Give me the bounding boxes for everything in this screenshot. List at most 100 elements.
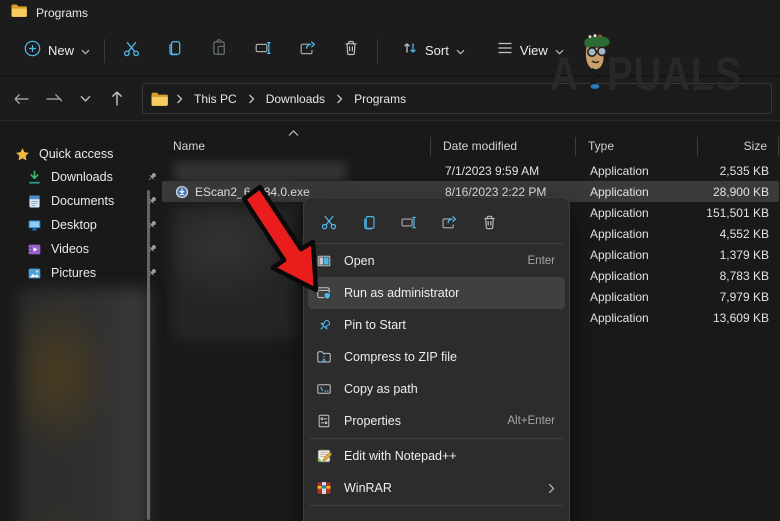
blurred-region	[172, 206, 298, 340]
arrow-up-icon	[110, 90, 124, 107]
paste-button[interactable]	[197, 33, 241, 69]
share-icon	[298, 39, 317, 62]
videos-icon	[26, 242, 42, 257]
forward-button[interactable]	[37, 84, 69, 114]
file-size: 4,552 KB	[699, 223, 779, 244]
share-icon	[440, 214, 458, 231]
column-header-size[interactable]: Size	[697, 139, 779, 153]
column-divider[interactable]	[697, 137, 698, 156]
share-button[interactable]	[432, 206, 466, 238]
sidebar-item-label: Downloads	[51, 170, 146, 184]
copy-button[interactable]	[352, 206, 386, 238]
chevron-down-icon	[555, 42, 564, 60]
menu-item-properties[interactable]: Properties Alt+Enter	[308, 405, 565, 437]
file-type: Application	[577, 244, 699, 265]
rename-icon	[400, 214, 418, 231]
blurred-file-name	[174, 162, 346, 182]
breadcrumb-programs[interactable]: Programs	[347, 89, 413, 109]
open-icon	[316, 253, 332, 269]
delete-button[interactable]	[472, 206, 506, 238]
delete-button[interactable]	[329, 33, 373, 69]
menu-item-label: Compress to ZIP file	[344, 350, 555, 364]
menu-item-run-as-administrator[interactable]: Run as administrator	[308, 277, 565, 309]
file-type: Application	[577, 286, 699, 307]
menu-item-compress-to-zip[interactable]: Compress to ZIP file	[308, 341, 565, 373]
rename-button[interactable]	[392, 206, 426, 238]
file-size: 8,783 KB	[699, 265, 779, 286]
menu-item-copy-as-path[interactable]: Copy as path	[308, 373, 565, 405]
new-button[interactable]: New	[14, 34, 100, 68]
context-menu: Open Enter Run as administrator Pin to S…	[303, 197, 570, 521]
sort-button[interactable]: Sort	[392, 34, 475, 68]
file-type: Application	[577, 307, 699, 328]
menu-item-winrar[interactable]: WinRAR	[308, 472, 565, 504]
column-header-name[interactable]: Name	[160, 139, 430, 153]
trash-icon	[481, 214, 498, 231]
installer-exe-icon	[175, 185, 189, 199]
menu-separator	[310, 243, 563, 244]
file-type: Application	[577, 202, 699, 223]
sidebar-item-videos[interactable]: Videos	[26, 237, 162, 261]
new-button-label: New	[48, 43, 74, 58]
column-divider[interactable]	[430, 137, 431, 156]
menu-item-label: Pin to Start	[344, 318, 555, 332]
desktop-icon	[26, 218, 42, 233]
sidebar-item-downloads[interactable]: Downloads	[26, 165, 162, 189]
star-icon	[14, 147, 30, 162]
command-toolbar: New Sort Vie	[0, 26, 780, 76]
column-header-type[interactable]: Type	[575, 139, 697, 153]
cut-button[interactable]	[312, 206, 346, 238]
sidebar-item-label: Pictures	[51, 266, 146, 280]
menu-item-label: Run as administrator	[344, 286, 555, 300]
breadcrumb-chevron-icon[interactable]	[334, 94, 345, 104]
file-list-header: Name Date modified Type Size	[160, 129, 780, 157]
navigation-pane: Quick access Downloads Documents	[0, 121, 160, 521]
breadcrumb-chevron-icon[interactable]	[246, 94, 257, 104]
menu-item-edit-with-notepadpp[interactable]: Edit with Notepad++	[308, 440, 565, 472]
back-button[interactable]	[5, 84, 37, 114]
menu-shortcut: Enter	[528, 255, 556, 267]
file-size: 7,979 KB	[699, 286, 779, 307]
trash-icon	[342, 39, 360, 62]
recent-locations-button[interactable]	[69, 84, 101, 114]
clipboard-paste-icon	[210, 39, 228, 62]
menu-item-label: Copy as path	[344, 382, 555, 396]
plus-circle-icon	[24, 40, 41, 62]
cut-button[interactable]	[109, 33, 153, 69]
breadcrumb[interactable]: This PC Downloads Programs	[142, 83, 772, 114]
column-divider[interactable]	[778, 137, 779, 156]
breadcrumb-chevron-icon[interactable]	[174, 94, 185, 104]
context-menu-icon-row	[308, 202, 565, 242]
pin-icon	[316, 317, 332, 333]
arrow-right-icon	[45, 92, 62, 106]
sidebar-item-desktop[interactable]: Desktop	[26, 213, 162, 237]
rename-button[interactable]	[241, 33, 285, 69]
tab-title[interactable]: Programs	[36, 6, 88, 20]
view-button[interactable]: View	[487, 34, 574, 68]
downloads-icon	[26, 170, 42, 185]
share-button[interactable]	[285, 33, 329, 69]
sidebar-item-pictures[interactable]: Pictures	[26, 261, 162, 285]
sort-ascending-icon	[288, 126, 299, 140]
sidebar-scrollbar[interactable]	[147, 190, 150, 520]
file-date: 7/1/2023 9:59 AM	[432, 160, 577, 181]
blurred-region	[18, 288, 148, 521]
path-icon	[316, 381, 332, 397]
file-size: 28,900 KB	[699, 181, 779, 202]
breadcrumb-downloads[interactable]: Downloads	[259, 89, 332, 109]
sidebar-item-documents[interactable]: Documents	[26, 189, 162, 213]
breadcrumb-this-pc[interactable]: This PC	[187, 89, 244, 109]
folder-icon	[151, 92, 168, 106]
copy-button[interactable]	[153, 33, 197, 69]
address-bar: This PC Downloads Programs	[0, 77, 780, 121]
menu-item-label: Open	[344, 254, 528, 268]
scissors-icon	[320, 213, 338, 231]
menu-item-pin-to-start[interactable]: Pin to Start	[308, 309, 565, 341]
menu-shortcut: Alt+Enter	[507, 415, 555, 427]
sidebar-item-label: Documents	[51, 194, 146, 208]
column-header-date-modified[interactable]: Date modified	[430, 139, 575, 153]
column-divider[interactable]	[575, 137, 576, 156]
sidebar-item-quick-access[interactable]: Quick access	[14, 142, 150, 166]
up-button[interactable]	[101, 84, 133, 114]
menu-item-open[interactable]: Open Enter	[308, 245, 565, 277]
